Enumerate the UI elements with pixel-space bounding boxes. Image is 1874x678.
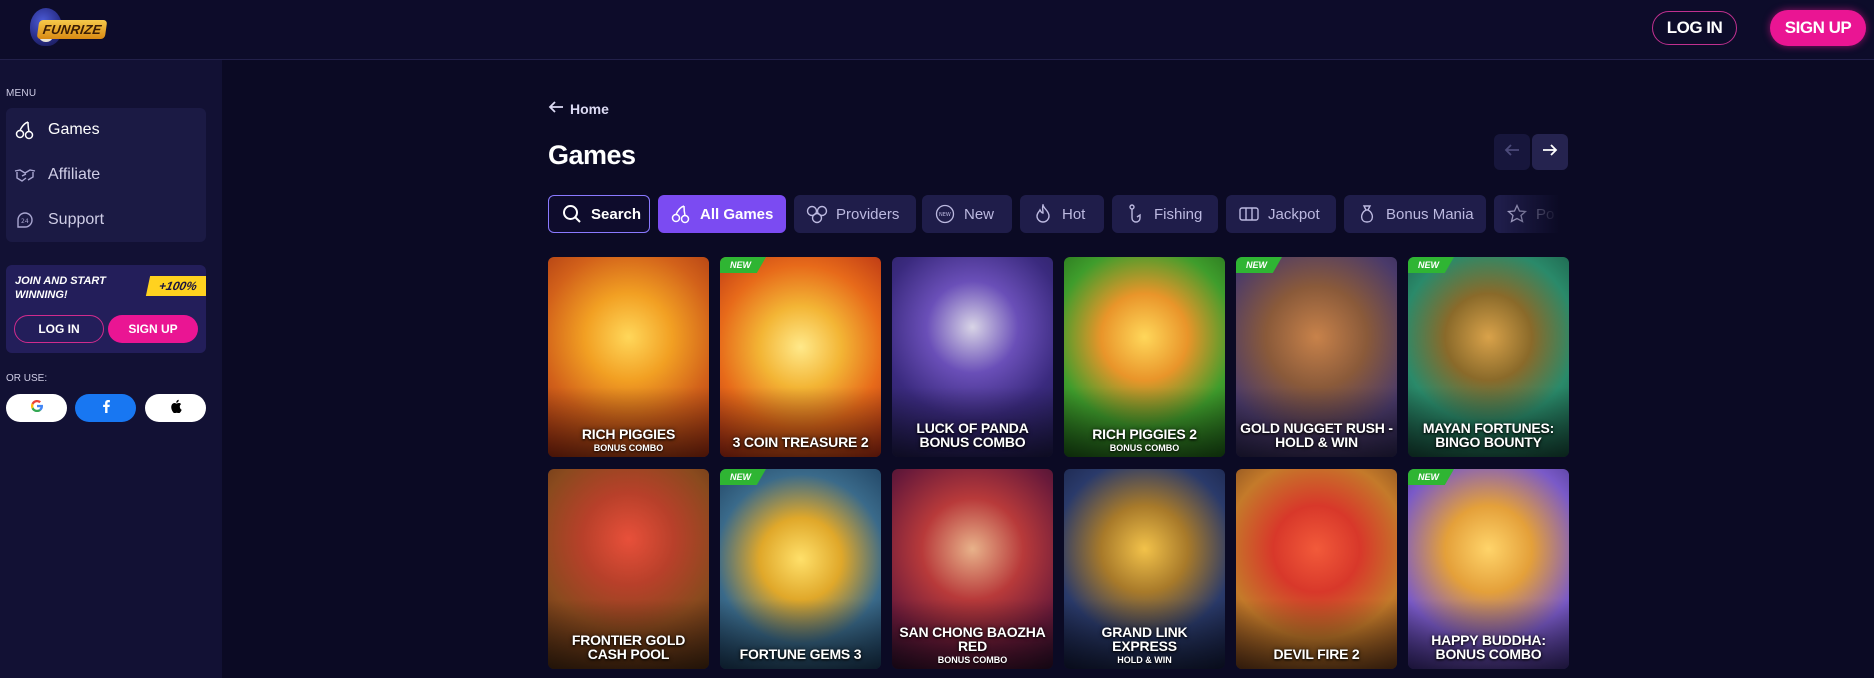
tab-label: Providers — [836, 205, 900, 223]
flame-icon — [1032, 203, 1054, 225]
sidebar-item-label: Games — [48, 121, 100, 138]
game-title: DEVIL FIRE 2 — [1273, 646, 1360, 662]
tabs-fade-overlay — [1500, 195, 1570, 235]
tab-providers[interactable]: Providers — [794, 195, 916, 233]
funrize-logo[interactable]: FUNRIZE — [26, 6, 108, 48]
tab-label: All Games — [700, 205, 774, 223]
tab-label: Hot — [1062, 205, 1086, 223]
game-card-grand-link-express[interactable]: GRAND LINK EXPRESS HOLD & WIN — [1064, 469, 1225, 669]
apple-icon — [170, 399, 182, 418]
tab-bonus-mania[interactable]: Bonus Mania — [1344, 195, 1486, 233]
scroll-next-button[interactable] — [1532, 134, 1568, 170]
top-header: FUNRIZE LOG IN SIGN UP — [0, 0, 1874, 60]
game-title: GRAND LINK EXPRESS — [1101, 624, 1188, 654]
game-title: 3 COIN TREASURE 2 — [732, 434, 869, 450]
tab-new[interactable]: NEW New — [922, 195, 1012, 233]
promo-badge: +100% — [145, 276, 206, 296]
svg-text:NEW: NEW — [939, 212, 951, 218]
game-title: MAYAN FORTUNES: BINGO BOUNTY — [1422, 420, 1555, 450]
tab-label: Search — [591, 205, 642, 223]
sidebar-item-label: Affiliate — [48, 166, 101, 183]
tab-hot[interactable]: Hot — [1020, 195, 1104, 233]
tab-label: Fishing — [1154, 205, 1203, 223]
game-subtitle: HOLD & WIN — [1117, 655, 1172, 665]
cherries-icon — [14, 119, 36, 141]
promo-text: JOIN AND START WINNING! — [15, 275, 106, 301]
game-card-luck-of-panda[interactable]: LUCK OF PANDA BONUS COMBO — [892, 257, 1053, 457]
game-card-gold-nugget-rush[interactable]: NEW GOLD NUGGET RUSH - HOLD & WIN — [1236, 257, 1397, 457]
tab-label: New — [964, 205, 995, 223]
svg-text:24: 24 — [21, 218, 29, 225]
search-icon — [561, 203, 583, 225]
arrow-right-icon — [1542, 143, 1558, 162]
promo-login-button[interactable]: LOG IN — [14, 315, 104, 343]
header-login-button[interactable]: LOG IN — [1652, 11, 1737, 45]
game-title: FRONTIER GOLD CASH POOL — [571, 632, 686, 662]
game-title: LUCK OF PANDA BONUS COMBO — [916, 420, 1029, 450]
game-title: HAPPY BUDDHA: BONUS COMBO — [1431, 632, 1546, 662]
support-24-icon: 24 — [14, 209, 36, 231]
google-icon — [30, 399, 44, 418]
slot-machine-icon — [1238, 203, 1260, 225]
sidebar-item-games[interactable]: Games — [14, 110, 204, 150]
tab-label: Bonus Mania — [1386, 205, 1474, 223]
game-title: GOLD NUGGET RUSH - HOLD & WIN — [1240, 420, 1393, 450]
game-title: RICH PIGGIES — [581, 426, 676, 442]
apple-login-button[interactable] — [145, 394, 206, 422]
header-signup-button[interactable]: SIGN UP — [1770, 10, 1866, 46]
tab-all-games[interactable]: All Games — [658, 195, 786, 233]
game-card-3-coin-treasure-2[interactable]: NEW 3 COIN TREASURE 2 — [720, 257, 881, 457]
join-promo-card: JOIN AND START WINNING! +100% LOG IN SIG… — [6, 265, 206, 353]
breadcrumb-home: Home — [570, 100, 609, 117]
game-title: SAN CHONG BAOZHA RED — [899, 624, 1046, 654]
arrow-left-icon — [1504, 143, 1520, 162]
game-card-frontier-gold[interactable]: FRONTIER GOLD CASH POOL — [548, 469, 709, 669]
game-card-happy-buddha[interactable]: NEW HAPPY BUDDHA: BONUS COMBO — [1408, 469, 1569, 669]
game-card-devil-fire-2[interactable]: DEVIL FIRE 2 — [1236, 469, 1397, 669]
game-card-fortune-gems-3[interactable]: NEW FORTUNE GEMS 3 — [720, 469, 881, 669]
game-subtitle: BONUS COMBO — [1109, 443, 1180, 453]
menu-label: MENU — [6, 88, 37, 99]
sidebar-item-label: Support — [48, 211, 105, 228]
cherries-icon — [670, 203, 692, 225]
game-subtitle: BONUS COMBO — [593, 443, 664, 453]
game-subtitle: BONUS COMBO — [937, 655, 1008, 665]
tab-fishing[interactable]: Fishing — [1112, 195, 1218, 233]
or-use-label: OR USE: — [6, 373, 48, 384]
game-card-rich-piggies-2[interactable]: RICH PIGGIES 2 BONUS COMBO — [1064, 257, 1225, 457]
money-bag-icon — [1356, 203, 1378, 225]
logo-text: FUNRIZE — [36, 20, 108, 39]
tab-search[interactable]: Search — [548, 195, 650, 233]
game-title: RICH PIGGIES 2 — [1092, 426, 1197, 442]
breadcrumb[interactable]: Home — [548, 100, 609, 117]
promo-signup-button[interactable]: SIGN UP — [108, 315, 198, 343]
new-icon: NEW — [934, 203, 956, 225]
scroll-prev-button[interactable] — [1494, 134, 1530, 170]
category-tabs: Search All Games Providers NEW New Hot F… — [548, 195, 1570, 235]
google-login-button[interactable] — [6, 394, 67, 422]
sidebar-item-affiliate[interactable]: Affiliate — [14, 155, 204, 195]
providers-icon — [806, 203, 828, 225]
sidebar: MENU Games Affiliate 24 Support JOIN AND… — [0, 60, 222, 678]
game-card-mayan-fortunes[interactable]: NEW MAYAN FORTUNES: BINGO BOUNTY — [1408, 257, 1569, 457]
facebook-login-button[interactable] — [75, 394, 136, 422]
facebook-icon — [101, 399, 111, 418]
page-title: Games — [548, 140, 636, 170]
sidebar-item-support[interactable]: 24 Support — [14, 200, 204, 240]
game-card-san-chong-baozha[interactable]: SAN CHONG BAOZHA RED BONUS COMBO — [892, 469, 1053, 669]
tab-jackpot[interactable]: Jackpot — [1226, 195, 1336, 233]
fishing-hook-icon — [1124, 203, 1146, 225]
handshake-icon — [14, 164, 36, 186]
sidebar-menu: Games Affiliate 24 Support — [6, 108, 206, 242]
game-title: FORTUNE GEMS 3 — [739, 646, 862, 662]
game-card-rich-piggies[interactable]: RICH PIGGIES BONUS COMBO — [548, 257, 709, 457]
arrow-left-icon — [548, 100, 564, 117]
tab-label: Jackpot — [1268, 205, 1320, 223]
